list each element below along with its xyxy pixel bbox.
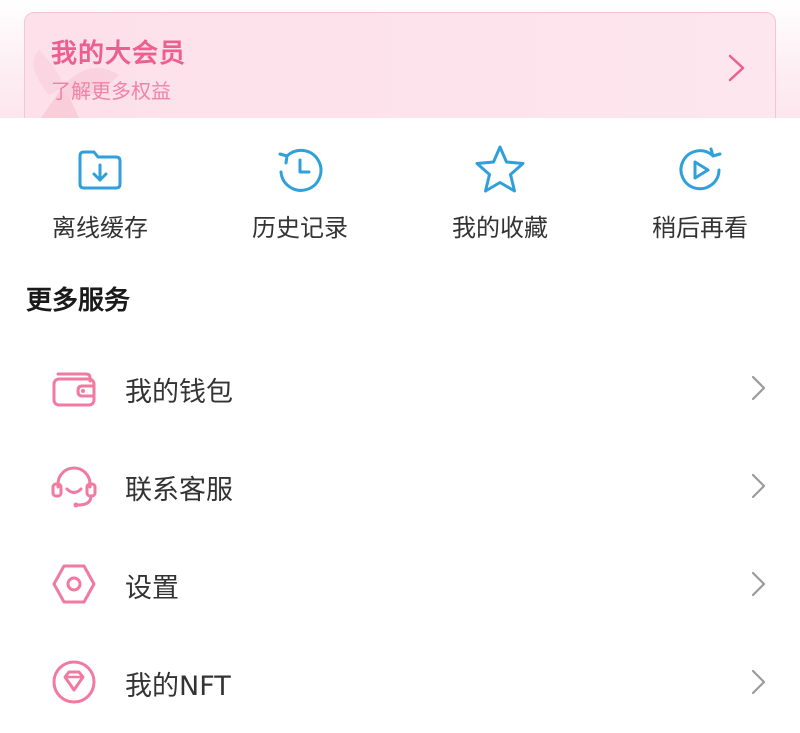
quick-action-label: 稍后再看 [652,214,748,242]
chevron-right-icon [751,669,766,695]
chevron-right-icon [751,571,766,597]
chevron-right-icon [728,54,745,82]
quick-actions: 离线缓存 历史记录 我的收藏 稍后再看 [0,118,800,258]
service-item-label: 设置 [125,573,179,604]
vip-title: 我的大会员 [51,39,187,69]
quick-action-history[interactable]: 历史记录 [200,118,400,258]
quick-action-favorites[interactable]: 我的收藏 [400,118,600,258]
more-services-heading: 更多服务 [26,286,131,316]
quick-action-label: 历史记录 [252,214,348,242]
quick-action-label: 离线缓存 [52,214,148,242]
wallet-icon [52,372,96,407]
star-icon [475,145,525,193]
quick-action-offline-cache[interactable]: 离线缓存 [0,118,200,258]
service-item-label: 我的NFT [125,671,231,702]
service-item-label: 我的钱包 [125,377,233,408]
chevron-right-icon [751,375,766,401]
main-content: 离线缓存 历史记录 我的收藏 稍后再看 更多服务 我的钱包 联系客服 设置 我的… [0,118,800,733]
vip-subtitle: 了解更多权益 [51,79,171,103]
service-item-settings[interactable]: 设置 [0,535,800,633]
service-item-customer-service[interactable]: 联系客服 [0,437,800,535]
vip-membership-card[interactable]: 我的大会员 了解更多权益 [24,12,776,130]
history-clock-icon [278,148,323,192]
headset-icon [51,466,97,508]
download-folder-icon [78,150,122,190]
quick-action-label: 我的收藏 [452,214,548,242]
settings-hexagon-icon [52,564,96,604]
service-item-nft[interactable]: 我的NFT [0,633,800,731]
service-item-label: 联系客服 [125,475,233,506]
watch-later-play-icon [679,147,722,191]
diamond-icon [52,660,96,704]
service-item-wallet[interactable]: 我的钱包 [0,339,800,437]
quick-action-watch-later[interactable]: 稍后再看 [600,118,800,258]
chevron-right-icon [751,473,766,499]
